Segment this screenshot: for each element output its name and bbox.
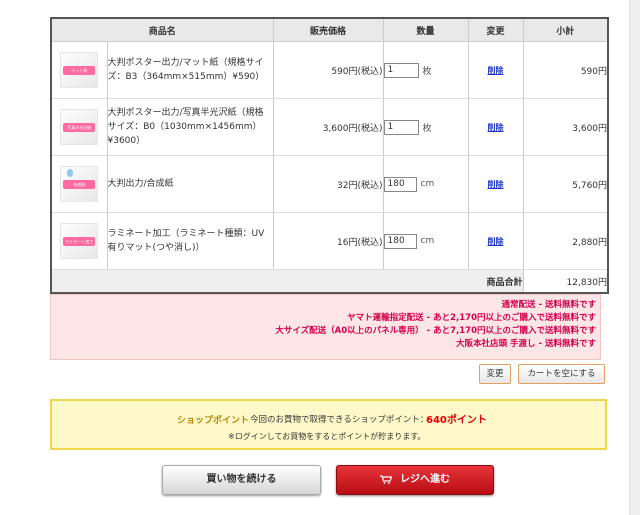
shipping-notice: 通常配送 - 送料無料です ヤマト運輸指定配送 - あと2,170円以上のご購入…: [50, 294, 601, 360]
table-row: 合成紙 大判出力/合成紙 32円(税込) 180 cm 削除 5,760円: [50, 155, 609, 213]
table-row: ラミネート加工 ラミネート加工（ラミネート種類：UV有りマット(つや消し)） 1…: [50, 212, 609, 270]
header-change: 変更: [467, 18, 524, 42]
product-name: 大判ポスター出力/マット紙（規格サイズ：B3（364mm×515mm）¥590）: [106, 41, 274, 99]
total-label: 商品合計: [50, 269, 524, 293]
row-subtotal: 2,880円: [522, 212, 609, 270]
product-price: 590円(税込): [272, 41, 384, 99]
table-row: マット紙 大判ポスター出力/マット紙（規格サイズ：B3（364mm×515mm）…: [50, 41, 609, 99]
quantity-input[interactable]: 1: [383, 62, 419, 78]
points-label: ショップポイント: [177, 416, 250, 426]
product-thumbnail[interactable]: マット紙: [60, 52, 99, 88]
shipping-line: 通常配送 - 送料無料です: [501, 300, 596, 310]
product-thumbnail[interactable]: 写真半光沢紙: [60, 109, 99, 145]
cart-table: 商品名 販売価格 数量 変更 小計 マット紙 大判ポスター出力/マット紙（規格サ…: [50, 17, 610, 294]
row-subtotal: 590円: [522, 41, 609, 99]
continue-shopping-button[interactable]: 買い物を続ける: [162, 465, 321, 495]
shop-points-box: ショップポイント 今回のお買物で取得できるショップポイント： 640ポイント ※…: [50, 399, 607, 450]
shipping-line: 大サイズ配送（A0以上のパネル専用） - あと7,170円以上のご購入で送料無料…: [275, 326, 596, 336]
points-note: ※ログインしてお買物をするとポイントが貯まります。: [228, 432, 426, 441]
header-price: 販売価格: [272, 18, 384, 42]
total-row: 商品合計 12,830円: [50, 269, 609, 293]
cart-page: 商品名 販売価格 数量 変更 小計 マット紙 大判ポスター出力/マット紙（規格サ…: [0, 0, 630, 515]
table-header-row: 商品名 販売価格 数量 変更 小計: [50, 18, 609, 42]
row-subtotal: 5,760円: [522, 155, 609, 213]
delete-link[interactable]: 削除: [488, 180, 504, 189]
delete-link[interactable]: 削除: [488, 123, 504, 132]
thumbnail-tag: マット紙: [63, 66, 96, 75]
thumbnail-tag: 合成紙: [63, 180, 96, 189]
header-quantity: 数量: [382, 18, 469, 42]
quantity-unit: cm: [420, 236, 435, 246]
shipping-line: ヤマト運輸指定配送 - あと2,170円以上のご購入で送料無料です: [347, 313, 596, 323]
delete-link[interactable]: 削除: [488, 66, 504, 75]
quantity-input[interactable]: 1: [383, 119, 419, 135]
product-thumbnail[interactable]: ラミネート加工: [60, 223, 99, 259]
continue-shopping-label: 買い物を続ける: [206, 474, 277, 485]
product-price: 16円(税込): [272, 212, 384, 270]
shipping-line: 大阪本社店頭 手渡し - 送料無料です: [456, 339, 596, 349]
cart-icon: [380, 474, 392, 484]
points-description: 今回のお買物で取得できるショップポイント：: [250, 415, 429, 425]
product-price: 32円(税込): [272, 155, 384, 213]
header-product-name: 商品名: [50, 18, 274, 42]
water-drop-icon: [67, 169, 74, 177]
product-thumbnail[interactable]: 合成紙: [60, 166, 99, 202]
empty-cart-button[interactable]: カートを空にする: [518, 364, 605, 384]
thumbnail-tag: 写真半光沢紙: [63, 123, 96, 132]
change-button[interactable]: 変更: [479, 364, 511, 384]
checkout-button[interactable]: レジへ進む: [336, 465, 494, 495]
table-row: 写真半光沢紙 大判ポスター出力/写真半光沢紙（規格サイズ：B0（1030mm×1…: [50, 98, 609, 156]
product-name: 大判出力/合成紙: [106, 155, 274, 213]
delete-link[interactable]: 削除: [488, 237, 504, 246]
quantity-input[interactable]: 180: [383, 176, 417, 192]
product-name: 大判ポスター出力/写真半光沢紙（規格サイズ：B0（1030mm×1456mm）¥…: [106, 98, 274, 156]
header-subtotal: 小計: [522, 18, 609, 42]
quantity-unit: cm: [420, 179, 435, 189]
points-value: 640ポイント: [426, 415, 487, 426]
total-value: 12,830円: [522, 269, 609, 293]
vertical-scrollbar[interactable]: [629, 0, 640, 515]
quantity-unit: 枚: [422, 123, 432, 134]
product-price: 3,600円(税込): [272, 98, 384, 156]
quantity-unit: 枚: [422, 66, 432, 77]
row-subtotal: 3,600円: [522, 98, 609, 156]
quantity-input[interactable]: 180: [383, 233, 417, 249]
thumbnail-tag: ラミネート加工: [63, 237, 96, 246]
checkout-label: レジへ進む: [400, 474, 450, 485]
product-name: ラミネート加工（ラミネート種類：UV有りマット(つや消し)）: [106, 212, 274, 270]
